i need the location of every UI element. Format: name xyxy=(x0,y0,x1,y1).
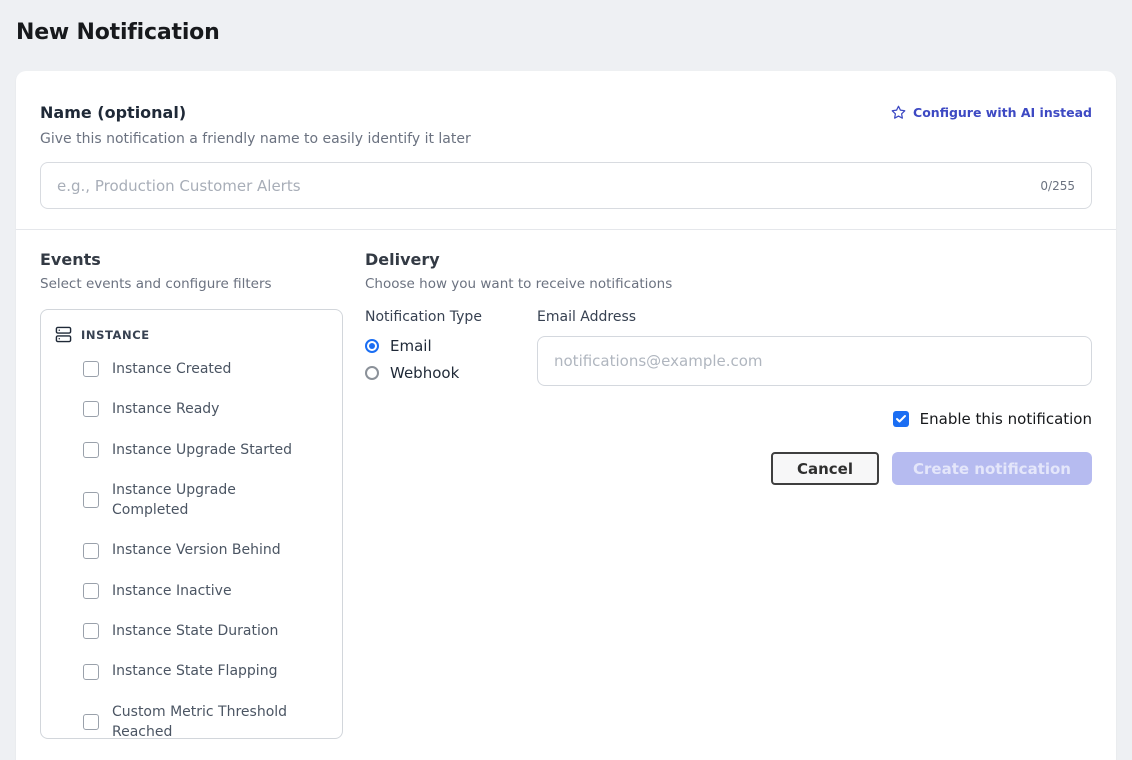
delivery-description: Choose how you want to receive notificat… xyxy=(365,276,1092,292)
event-item-label: Instance Ready xyxy=(112,399,219,419)
event-item[interactable]: Instance Created xyxy=(53,349,330,389)
new-notification-card: Name (optional) Configure with AI instea… xyxy=(16,71,1116,760)
name-input[interactable] xyxy=(57,177,1028,195)
event-item[interactable]: Custom Metric Threshold Reached xyxy=(53,692,330,739)
event-item[interactable]: Instance Version Behind xyxy=(53,530,330,570)
char-counter: 0/255 xyxy=(1040,179,1075,193)
event-checkbox[interactable] xyxy=(83,401,99,417)
event-checkbox[interactable] xyxy=(83,361,99,377)
radio-icon[interactable] xyxy=(365,339,379,353)
event-item[interactable]: Instance State Duration xyxy=(53,611,330,651)
email-address-input[interactable] xyxy=(537,336,1092,386)
event-item[interactable]: Instance Inactive xyxy=(53,571,330,611)
event-checkbox[interactable] xyxy=(83,714,99,730)
configure-with-ai-label: Configure with AI instead xyxy=(913,105,1092,120)
event-item-label: Instance Upgrade Started xyxy=(112,440,292,460)
name-field-description: Give this notification a friendly name t… xyxy=(40,131,1092,147)
event-checkbox[interactable] xyxy=(83,543,99,559)
radio-option-label: Email xyxy=(390,337,432,355)
event-checkbox[interactable] xyxy=(83,492,99,508)
event-item-label: Instance Version Behind xyxy=(112,540,281,560)
star-icon xyxy=(891,105,906,120)
cancel-button[interactable]: Cancel xyxy=(771,452,879,485)
enable-notification-checkbox[interactable] xyxy=(893,411,909,427)
notification-type-option[interactable]: Webhook xyxy=(365,364,537,382)
event-item-label: Instance Created xyxy=(112,359,231,379)
event-item-label: Custom Metric Threshold Reached xyxy=(112,702,302,739)
radio-option-label: Webhook xyxy=(390,364,459,382)
event-checkbox[interactable] xyxy=(83,664,99,680)
enable-notification-row[interactable]: Enable this notification xyxy=(365,410,1092,428)
event-group-name: INSTANCE xyxy=(81,328,150,342)
name-section: Name (optional) Configure with AI instea… xyxy=(16,71,1116,229)
event-item[interactable]: Instance Upgrade Started xyxy=(53,430,330,470)
page-title: New Notification xyxy=(16,20,1116,45)
event-checkbox[interactable] xyxy=(83,623,99,639)
event-item-label: Instance Inactive xyxy=(112,581,232,601)
notification-type-option[interactable]: Email xyxy=(365,337,537,355)
events-heading: Events xyxy=(40,250,343,269)
check-icon xyxy=(895,410,907,429)
create-notification-button[interactable]: Create notification xyxy=(892,452,1092,485)
email-address-label: Email Address xyxy=(537,309,1092,325)
event-item-label: Instance State Flapping xyxy=(112,661,277,681)
events-column: Events Select events and configure filte… xyxy=(40,250,343,739)
event-checkbox[interactable] xyxy=(83,442,99,458)
configure-with-ai-link[interactable]: Configure with AI instead xyxy=(891,105,1092,120)
events-list: INSTANCE Instance Created Instance Ready… xyxy=(40,309,343,739)
event-item-label: Instance Upgrade Completed xyxy=(112,480,302,521)
server-icon xyxy=(55,326,72,343)
notification-type-label: Notification Type xyxy=(365,309,537,325)
name-field-label: Name (optional) xyxy=(40,103,186,122)
event-item[interactable]: Instance Ready xyxy=(53,389,330,429)
delivery-column: Delivery Choose how you want to receive … xyxy=(365,250,1092,739)
event-checkbox[interactable] xyxy=(83,583,99,599)
notification-type-options: Email Webhook xyxy=(365,337,537,382)
event-item[interactable]: Instance Upgrade Completed xyxy=(53,470,330,531)
delivery-heading: Delivery xyxy=(365,250,1092,269)
page: New Notification Name (optional) Configu… xyxy=(0,0,1132,760)
event-item[interactable]: Instance State Flapping xyxy=(53,651,330,691)
enable-notification-label: Enable this notification xyxy=(920,410,1092,428)
events-description: Select events and configure filters xyxy=(40,276,343,292)
event-item-label: Instance State Duration xyxy=(112,621,278,641)
radio-icon[interactable] xyxy=(365,366,379,380)
name-input-wrap: 0/255 xyxy=(40,162,1092,209)
event-group-header: INSTANCE xyxy=(53,320,330,349)
